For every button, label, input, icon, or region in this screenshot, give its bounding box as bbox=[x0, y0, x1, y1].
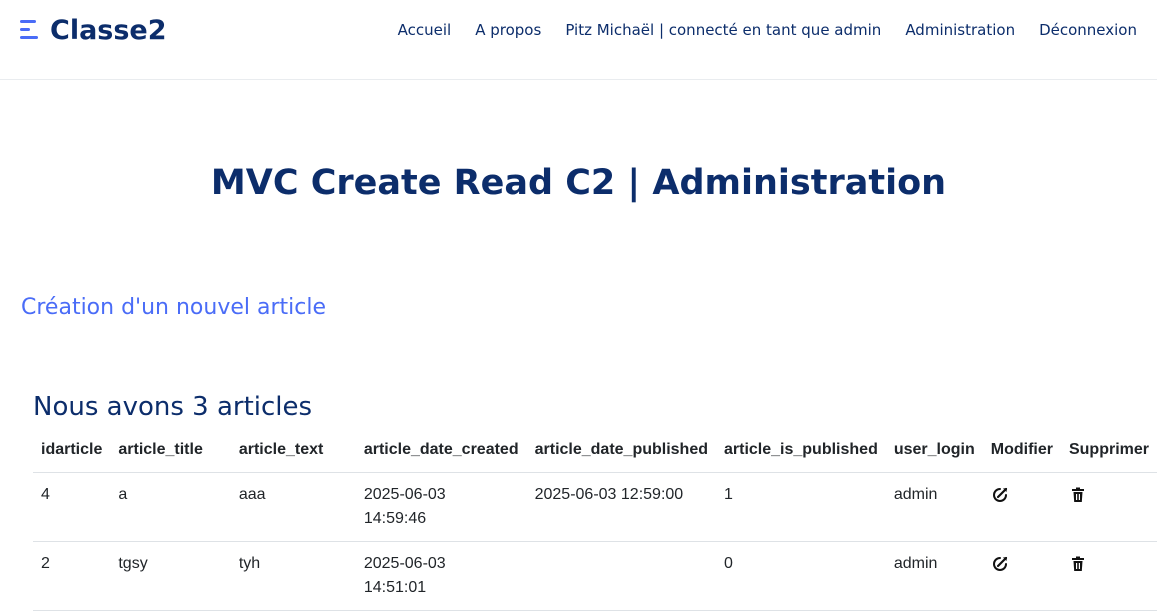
col-article-title: article_title bbox=[110, 433, 231, 473]
col-supprimer: Supprimer bbox=[1060, 433, 1157, 473]
trash-icon[interactable] bbox=[1069, 555, 1087, 573]
table-header-row: idarticle article_title article_text art… bbox=[33, 433, 1157, 473]
create-article-link[interactable]: Création d'un nouvel article bbox=[21, 294, 326, 322]
cell-modifier bbox=[982, 541, 1061, 611]
col-date-created: article_date_created bbox=[355, 433, 527, 473]
cell-date-created: 2025-06-03 14:51:01 bbox=[355, 541, 527, 611]
cell-article-text: aaa bbox=[230, 472, 356, 542]
cell-idarticle: 2 bbox=[33, 541, 111, 611]
cell-article-text: tyh bbox=[230, 541, 356, 611]
brand-name: Classe2 bbox=[50, 14, 167, 46]
cell-is-published: 1 bbox=[716, 472, 886, 542]
table-row: 2 tgsy tyh 2025-06-03 14:51:01 0 admin bbox=[33, 541, 1157, 611]
menu-lines-icon bbox=[20, 17, 42, 43]
page-title: MVC Create Read C2 | Administration bbox=[210, 163, 947, 203]
cell-date-published: 2025-06-03 12:59:00 bbox=[526, 472, 716, 542]
nav-about[interactable]: A propos bbox=[475, 20, 541, 40]
nav-logout[interactable]: Déconnexion bbox=[1039, 20, 1137, 40]
nav-home[interactable]: Accueil bbox=[398, 20, 452, 40]
date-created-date: 2025-06-03 bbox=[363, 555, 446, 572]
cell-date-created: 2025-06-03 14:59:46 bbox=[355, 472, 527, 542]
col-date-published: article_date_published bbox=[526, 433, 716, 473]
col-is-published: article_is_published bbox=[716, 433, 886, 473]
cell-is-published: 0 bbox=[716, 541, 886, 611]
col-user-login: user_login bbox=[885, 433, 983, 473]
date-created-time: 14:59:46 bbox=[363, 510, 427, 527]
main-nav: Accueil A propos Pitz Michaël | connecté… bbox=[374, 20, 1137, 40]
nav-user-status[interactable]: Pitz Michaël | connecté en tant que admi… bbox=[565, 20, 881, 40]
cell-user-login: admin bbox=[885, 472, 983, 542]
col-idarticle: idarticle bbox=[33, 433, 111, 473]
table-row: 4 a aaa 2025-06-03 14:59:46 2025-06-03 12… bbox=[33, 472, 1157, 542]
articles-table: idarticle article_title article_text art… bbox=[33, 433, 1157, 611]
brand-logo[interactable]: Classe2 bbox=[20, 13, 167, 47]
cell-modifier bbox=[982, 472, 1061, 542]
article-count-heading: Nous avons 3 articles bbox=[33, 392, 313, 422]
top-navbar: Classe2 Accueil A propos Pitz Michaël | … bbox=[0, 0, 1157, 80]
trash-icon[interactable] bbox=[1069, 486, 1087, 504]
cell-supprimer bbox=[1060, 472, 1157, 542]
cell-article-title: a bbox=[110, 472, 231, 542]
edit-icon[interactable] bbox=[991, 555, 1009, 573]
date-created-time: 14:51:01 bbox=[363, 579, 427, 596]
cell-article-title: tgsy bbox=[110, 541, 231, 611]
col-modifier: Modifier bbox=[982, 433, 1061, 473]
cell-supprimer bbox=[1060, 541, 1157, 611]
col-article-text: article_text bbox=[230, 433, 356, 473]
cell-date-published bbox=[526, 541, 716, 611]
cell-idarticle: 4 bbox=[33, 472, 111, 542]
edit-icon[interactable] bbox=[991, 486, 1009, 504]
nav-administration[interactable]: Administration bbox=[905, 20, 1015, 40]
date-created-date: 2025-06-03 bbox=[363, 486, 446, 503]
cell-user-login: admin bbox=[885, 541, 983, 611]
